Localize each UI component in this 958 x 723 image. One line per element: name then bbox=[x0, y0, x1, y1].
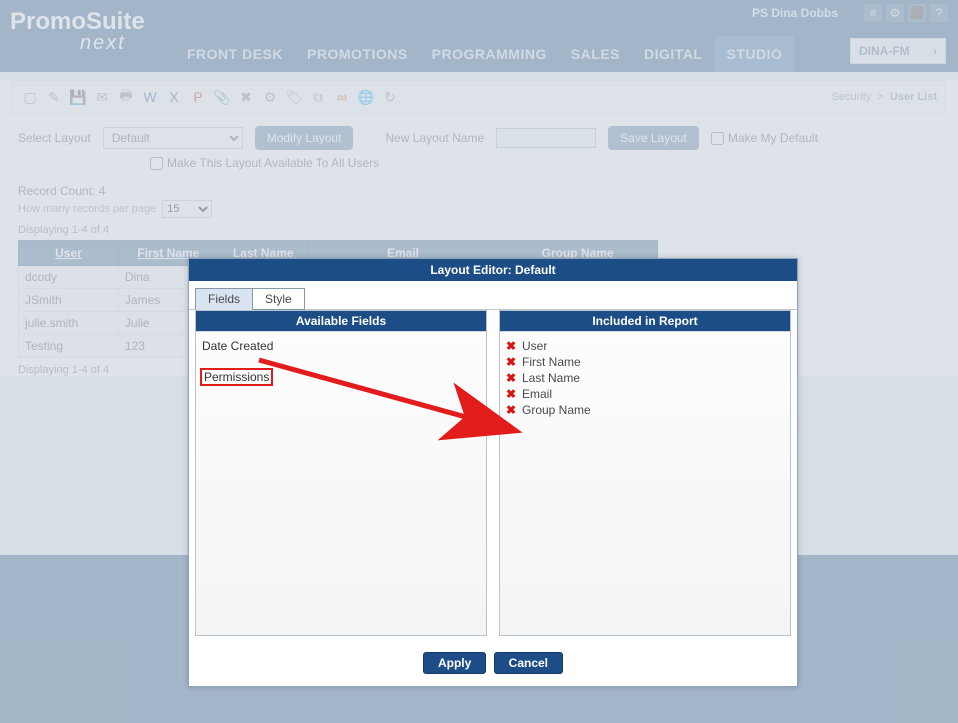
included-list: ✖User✖First Name✖Last Name✖Email✖Group N… bbox=[500, 331, 790, 635]
included-field[interactable]: ✖Last Name bbox=[504, 370, 786, 386]
apply-button[interactable]: Apply bbox=[423, 652, 486, 674]
remove-field-icon[interactable]: ✖ bbox=[504, 339, 518, 353]
modal-tabs: FieldsStyle bbox=[189, 281, 797, 310]
remove-field-icon[interactable]: ✖ bbox=[504, 355, 518, 369]
modal-tab-style[interactable]: Style bbox=[252, 288, 305, 310]
remove-field-icon[interactable]: ✖ bbox=[504, 387, 518, 401]
included-head: Included in Report bbox=[500, 311, 790, 331]
modal-title: Layout Editor: Default bbox=[189, 259, 797, 281]
included-field[interactable]: ✖Email bbox=[504, 386, 786, 402]
available-list: Date Created Permissions bbox=[196, 331, 486, 635]
modal-buttons: Apply Cancel bbox=[189, 644, 797, 686]
available-field[interactable]: Date Created bbox=[200, 338, 482, 354]
layout-editor-modal: Layout Editor: Default FieldsStyle Avail… bbox=[188, 258, 798, 687]
cancel-button[interactable]: Cancel bbox=[494, 652, 563, 674]
available-pane: Available Fields Date Created Permissions bbox=[195, 310, 487, 636]
remove-field-icon[interactable]: ✖ bbox=[504, 403, 518, 417]
included-field[interactable]: ✖Group Name bbox=[504, 402, 786, 418]
included-field[interactable]: ✖First Name bbox=[504, 354, 786, 370]
remove-field-icon[interactable]: ✖ bbox=[504, 371, 518, 385]
modal-panes: Available Fields Date Created Permissions… bbox=[189, 310, 797, 644]
modal-tab-fields[interactable]: Fields bbox=[195, 288, 253, 310]
available-head: Available Fields bbox=[196, 311, 486, 331]
included-pane: Included in Report ✖User✖First Name✖Last… bbox=[499, 310, 791, 636]
included-field[interactable]: ✖User bbox=[504, 338, 786, 354]
available-field[interactable]: Permissions bbox=[200, 368, 273, 386]
